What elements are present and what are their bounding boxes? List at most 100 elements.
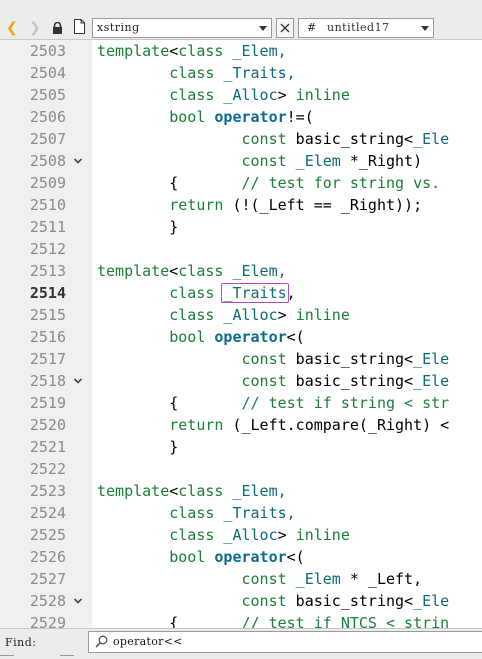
line-number: 2527 bbox=[29, 570, 66, 588]
code-line[interactable]: { // test for string vs. bbox=[97, 172, 440, 194]
line-number-gutter[interactable]: 2503 2504 2505 2506 2507 2508 2509 2510 2511 2512… bbox=[0, 40, 92, 632]
lock-icon[interactable] bbox=[52, 22, 63, 34]
code-editor[interactable]: template<class _Elem, class _Traits, cla… bbox=[92, 40, 482, 628]
find-bar: Find: operator<< bbox=[0, 628, 482, 659]
close-icon bbox=[280, 23, 290, 33]
code-line[interactable]: const _Elem * _Left, bbox=[97, 568, 423, 590]
code-line[interactable]: template<class _Elem, bbox=[97, 260, 287, 282]
line-number: 2523 bbox=[29, 482, 66, 500]
code-token: _Ele bbox=[413, 592, 450, 610]
code-token: inline bbox=[295, 526, 350, 544]
resize-grip[interactable] bbox=[60, 655, 74, 659]
code-line[interactable]: { // test if NTCS < strin bbox=[97, 612, 449, 628]
code-token: * _Left, bbox=[340, 570, 423, 588]
code-token: < bbox=[169, 42, 179, 60]
code-token: , bbox=[286, 284, 296, 302]
code-line[interactable]: bool operator!=( bbox=[97, 106, 314, 128]
close-file-button[interactable] bbox=[276, 18, 294, 38]
code-token: _Alloc bbox=[214, 306, 278, 324]
code-line[interactable]: class _Traits, bbox=[97, 502, 295, 524]
code-line[interactable]: class _Traits, bbox=[97, 62, 296, 84]
code-token: } bbox=[97, 438, 179, 456]
code-line[interactable]: } bbox=[97, 216, 178, 238]
line-number: 2508 bbox=[29, 152, 66, 170]
toolbar: ❮ ❯ xstring # untitled17 bbox=[0, 0, 482, 40]
find-input[interactable]: operator<< bbox=[88, 631, 482, 653]
line-number: 2519 bbox=[29, 394, 66, 412]
code-line[interactable]: const basic_string<_Ele bbox=[97, 370, 450, 392]
symbol-name: untitled17 bbox=[327, 21, 390, 34]
code-line[interactable]: class _Alloc> inline bbox=[97, 524, 350, 546]
code-line[interactable]: { // test if string < str bbox=[97, 392, 449, 414]
code-token: bool bbox=[169, 548, 206, 566]
code-token: const bbox=[241, 152, 287, 170]
line-number: 2526 bbox=[29, 548, 66, 566]
code-line[interactable]: bool operator<( bbox=[97, 546, 304, 568]
code-token: const bbox=[241, 592, 287, 610]
find-label: Find: bbox=[5, 636, 37, 649]
code-token: class bbox=[169, 504, 215, 522]
chevron-down-icon bbox=[421, 26, 429, 31]
code-token: < bbox=[169, 482, 179, 500]
code-line[interactable]: template<class _Elem, bbox=[97, 480, 287, 502]
code-token: <( bbox=[286, 328, 305, 346]
line-number: 2510 bbox=[29, 196, 66, 214]
code-token: class bbox=[178, 482, 224, 500]
code-line[interactable]: const basic_string<_Ele bbox=[97, 128, 450, 150]
line-number: 2521 bbox=[29, 438, 66, 456]
file-selector[interactable]: xstring bbox=[92, 18, 272, 38]
find-query: operator<< bbox=[113, 635, 183, 648]
symbol-selector[interactable]: # untitled17 bbox=[298, 18, 434, 38]
line-number: 2520 bbox=[29, 416, 66, 434]
fold-chevron-icon[interactable] bbox=[73, 150, 83, 172]
code-token: const bbox=[241, 130, 287, 148]
line-number: 2524 bbox=[29, 504, 66, 522]
code-token: _Traits, bbox=[214, 64, 296, 82]
chevron-right-icon[interactable]: ❯ bbox=[29, 19, 43, 37]
line-number: 2525 bbox=[29, 526, 66, 544]
code-line[interactable]: class _Alloc> inline bbox=[97, 84, 350, 106]
file-name: xstring bbox=[97, 21, 140, 34]
code-token: template bbox=[97, 42, 170, 60]
code-token: { bbox=[97, 394, 242, 412]
code-token: basic_string< bbox=[286, 592, 414, 610]
code-token: class bbox=[169, 526, 215, 544]
fold-chevron-icon[interactable] bbox=[73, 370, 83, 392]
code-token: (_Left.compare(_Right) < bbox=[223, 416, 450, 434]
code-token: } bbox=[97, 218, 179, 236]
code-line[interactable]: bool operator<( bbox=[97, 326, 305, 348]
chevron-left-icon[interactable]: ❮ bbox=[6, 19, 20, 37]
code-token: return bbox=[169, 416, 224, 434]
line-number: 2503 bbox=[29, 42, 66, 60]
code-line[interactable]: class _Traits, bbox=[97, 282, 296, 304]
code-line[interactable]: return (_Left.compare(_Right) < bbox=[97, 414, 449, 436]
code-line[interactable]: template<class _Elem, bbox=[97, 40, 287, 62]
code-line[interactable]: return (!(_Left == _Right)); bbox=[97, 194, 422, 216]
code-line[interactable]: class _Alloc> inline bbox=[97, 304, 350, 326]
code-token: _Elem, bbox=[223, 262, 287, 280]
code-token: (!(_Left == _Right)); bbox=[223, 196, 423, 214]
code-token: // test if string < str bbox=[241, 394, 450, 412]
code-token: class bbox=[178, 262, 224, 280]
code-token: { bbox=[97, 174, 242, 192]
code-line[interactable]: const basic_string<_Ele bbox=[97, 348, 450, 370]
resize-grip[interactable] bbox=[0, 655, 14, 659]
code-line[interactable]: const basic_string<_Ele bbox=[97, 590, 450, 612]
fold-chevron-icon[interactable] bbox=[73, 590, 83, 612]
code-token: // test if NTCS < strin bbox=[241, 614, 450, 628]
code-token: template bbox=[97, 262, 170, 280]
code-token: const bbox=[241, 570, 287, 588]
line-number: 2511 bbox=[29, 218, 66, 236]
code-line[interactable]: const _Elem *_Right) bbox=[97, 150, 423, 172]
code-line[interactable]: } bbox=[97, 436, 178, 458]
code-token: _Alloc bbox=[214, 86, 278, 104]
